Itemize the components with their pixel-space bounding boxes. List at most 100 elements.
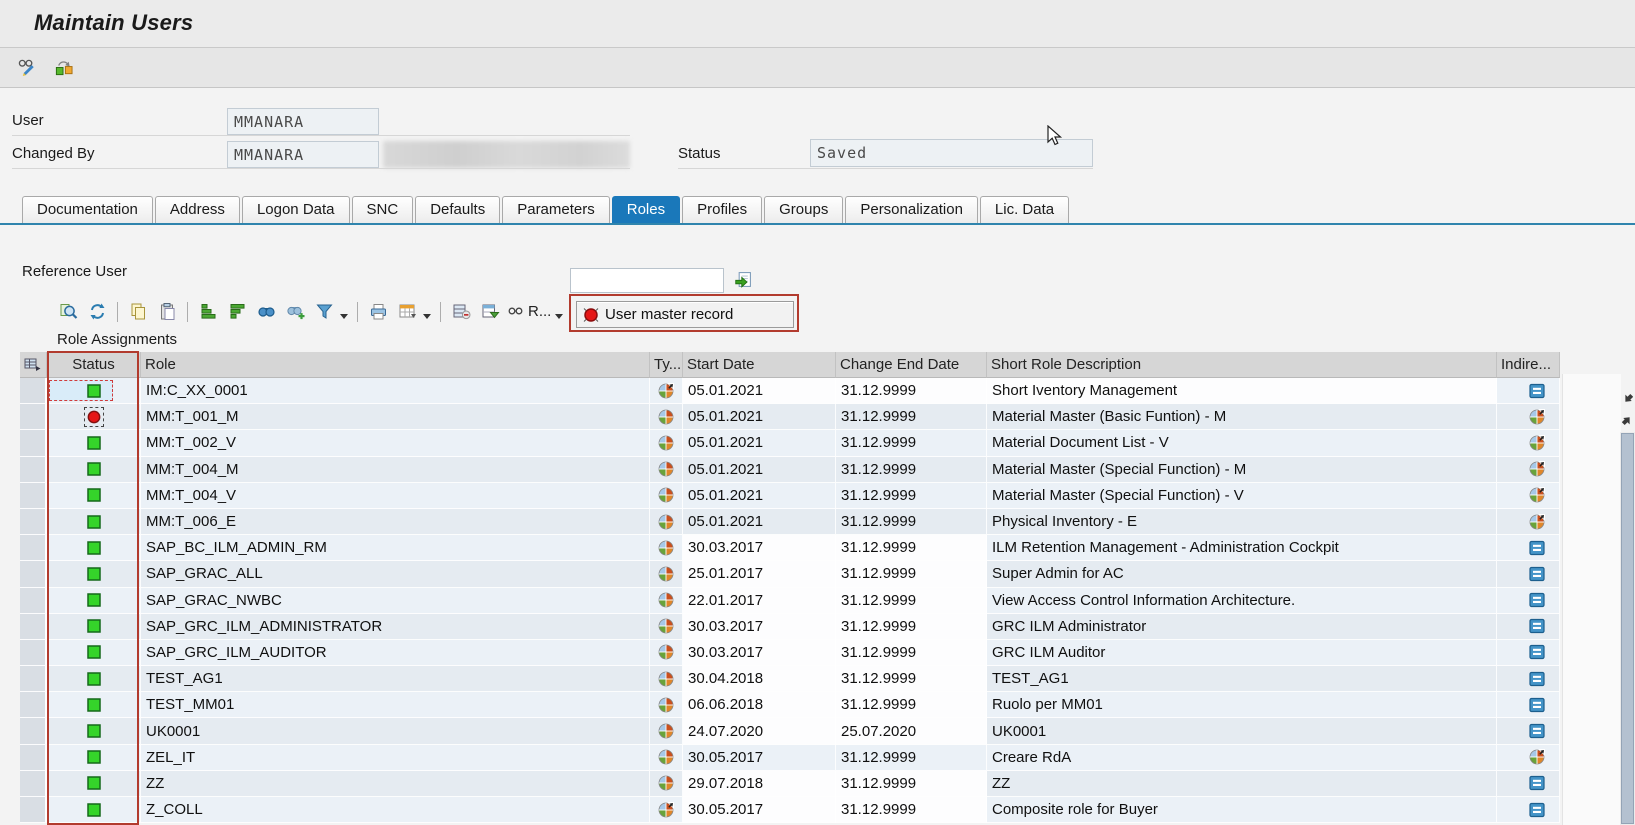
copy-from-template-icon[interactable] [50, 55, 76, 81]
role-cell[interactable]: ZZ [141, 771, 650, 797]
row-selector[interactable] [20, 483, 47, 509]
dropdown-arrow-icon[interactable] [423, 314, 431, 319]
choose-detail-icon[interactable] [477, 299, 503, 325]
status-cell[interactable] [47, 378, 141, 404]
table-row[interactable]: ZEL_IT30.05.201731.12.9999Creare RdA [20, 745, 1560, 771]
select-all-icon[interactable] [20, 352, 47, 378]
table-row[interactable]: MM:T_004_M05.01.202131.12.9999Material M… [20, 457, 1560, 483]
dropdown-arrow-icon[interactable] [555, 314, 563, 319]
status-cell[interactable] [47, 718, 141, 744]
row-selector[interactable] [20, 430, 47, 456]
end-date-cell[interactable]: 25.07.2020 [836, 718, 987, 744]
status-cell[interactable] [47, 745, 141, 771]
status-cell[interactable] [47, 614, 141, 640]
status-cell[interactable] [47, 535, 141, 561]
status-cell[interactable] [47, 797, 141, 823]
status-cell[interactable] [47, 771, 141, 797]
display-variant-icon[interactable]: R... [506, 299, 552, 325]
row-selector[interactable] [20, 797, 47, 823]
end-date-cell[interactable]: 31.12.9999 [836, 378, 987, 404]
table-row[interactable]: SAP_GRC_ILM_ADMINISTRATOR30.03.201731.12… [20, 614, 1560, 640]
user-field[interactable]: MMANARA [227, 108, 379, 135]
role-cell[interactable]: MM:T_006_E [141, 509, 650, 535]
end-date-cell[interactable]: 31.12.9999 [836, 588, 987, 614]
scrollbar-thumb[interactable] [1621, 433, 1634, 824]
role-cell[interactable]: SAP_GRC_ILM_ADMINISTRATOR [141, 614, 650, 640]
status-cell[interactable] [47, 509, 141, 535]
role-cell[interactable]: MM:T_001_M [141, 404, 650, 430]
role-cell[interactable]: SAP_GRC_ILM_AUDITOR [141, 640, 650, 666]
tab-defaults[interactable]: Defaults [415, 196, 500, 223]
table-row[interactable]: IM:C_XX_000105.01.202131.12.9999Short Iv… [20, 378, 1560, 404]
suppress-lines-icon[interactable] [448, 299, 474, 325]
row-selector[interactable] [20, 771, 47, 797]
column-header-end[interactable]: Change End Date [836, 352, 987, 378]
row-selector[interactable] [20, 457, 47, 483]
reference-user-input[interactable] [570, 268, 724, 293]
sort-descending-icon[interactable] [224, 299, 250, 325]
display-change-icon[interactable] [14, 55, 40, 81]
matchcode-icon[interactable] [731, 266, 755, 293]
table-row[interactable]: SAP_GRC_ILM_AUDITOR30.03.201731.12.9999G… [20, 640, 1560, 666]
tab-roles[interactable]: Roles [612, 196, 680, 223]
column-header-indirect[interactable]: Indire... [1497, 352, 1560, 378]
tab-documentation[interactable]: Documentation [22, 196, 153, 223]
role-cell[interactable]: ZEL_IT [141, 745, 650, 771]
status-cell[interactable] [47, 483, 141, 509]
tab-groups[interactable]: Groups [764, 196, 843, 223]
role-cell[interactable]: SAP_BC_ILM_ADMIN_RM [141, 535, 650, 561]
end-date-cell[interactable]: 31.12.9999 [836, 640, 987, 666]
end-date-cell[interactable]: 31.12.9999 [836, 771, 987, 797]
row-selector[interactable] [20, 509, 47, 535]
status-cell[interactable] [47, 430, 141, 456]
row-selector[interactable] [20, 588, 47, 614]
find-icon[interactable] [253, 299, 279, 325]
table-row[interactable]: TEST_AG130.04.201831.12.9999TEST_AG1 [20, 666, 1560, 692]
view-settings-icon[interactable] [394, 299, 420, 325]
end-date-cell[interactable]: 31.12.9999 [836, 535, 987, 561]
table-row[interactable]: MM:T_006_E05.01.202131.12.9999Physical I… [20, 509, 1560, 535]
filter-icon[interactable] [311, 299, 337, 325]
table-row[interactable]: Z_COLL30.05.201731.12.9999Composite role… [20, 797, 1560, 823]
row-selector[interactable] [20, 378, 47, 404]
end-date-cell[interactable]: 31.12.9999 [836, 614, 987, 640]
role-cell[interactable]: SAP_GRAC_NWBC [141, 588, 650, 614]
sort-ascending-icon[interactable] [195, 299, 221, 325]
role-cell[interactable]: MM:T_002_V [141, 430, 650, 456]
tab-address[interactable]: Address [155, 196, 240, 223]
status-cell[interactable] [47, 666, 141, 692]
role-cell[interactable]: MM:T_004_V [141, 483, 650, 509]
start-date-cell[interactable]: 30.03.2017 [683, 640, 836, 666]
status-cell[interactable] [47, 457, 141, 483]
table-row[interactable]: SAP_GRAC_ALL25.01.201731.12.9999Super Ad… [20, 561, 1560, 587]
tab-personalization[interactable]: Personalization [845, 196, 978, 223]
copy-icon[interactable] [125, 299, 151, 325]
start-date-cell[interactable]: 25.01.2017 [683, 561, 836, 587]
tab-profiles[interactable]: Profiles [682, 196, 762, 223]
role-cell[interactable]: IM:C_XX_0001 [141, 378, 650, 404]
changed-by-field[interactable]: MMANARA [227, 141, 379, 168]
tab-snc[interactable]: SNC [352, 196, 414, 223]
table-row[interactable]: SAP_GRAC_NWBC22.01.201731.12.9999View Ac… [20, 588, 1560, 614]
table-row[interactable]: MM:T_002_V05.01.202131.12.9999Material D… [20, 430, 1560, 456]
find-next-icon[interactable] [282, 299, 308, 325]
user-master-record-button[interactable]: User master record [576, 301, 794, 328]
role-cell[interactable]: UK0001 [141, 718, 650, 744]
row-selector[interactable] [20, 614, 47, 640]
table-row[interactable]: SAP_BC_ILM_ADMIN_RM30.03.201731.12.9999I… [20, 535, 1560, 561]
row-selector[interactable] [20, 404, 47, 430]
column-header-desc[interactable]: Short Role Description [987, 352, 1497, 378]
start-date-cell[interactable]: 06.06.2018 [683, 692, 836, 718]
status-cell[interactable] [47, 588, 141, 614]
role-cell[interactable]: TEST_MM01 [141, 692, 650, 718]
end-date-cell[interactable]: 31.12.9999 [836, 666, 987, 692]
role-cell[interactable]: SAP_GRAC_ALL [141, 561, 650, 587]
start-date-cell[interactable]: 22.01.2017 [683, 588, 836, 614]
table-row[interactable]: TEST_MM0106.06.201831.12.9999Ruolo per M… [20, 692, 1560, 718]
column-header-role[interactable]: Role [141, 352, 650, 378]
end-date-cell[interactable]: 31.12.9999 [836, 561, 987, 587]
end-date-cell[interactable]: 31.12.9999 [836, 797, 987, 823]
row-selector[interactable] [20, 561, 47, 587]
scroll-bottom-icon[interactable] [1620, 414, 1635, 429]
row-selector[interactable] [20, 535, 47, 561]
